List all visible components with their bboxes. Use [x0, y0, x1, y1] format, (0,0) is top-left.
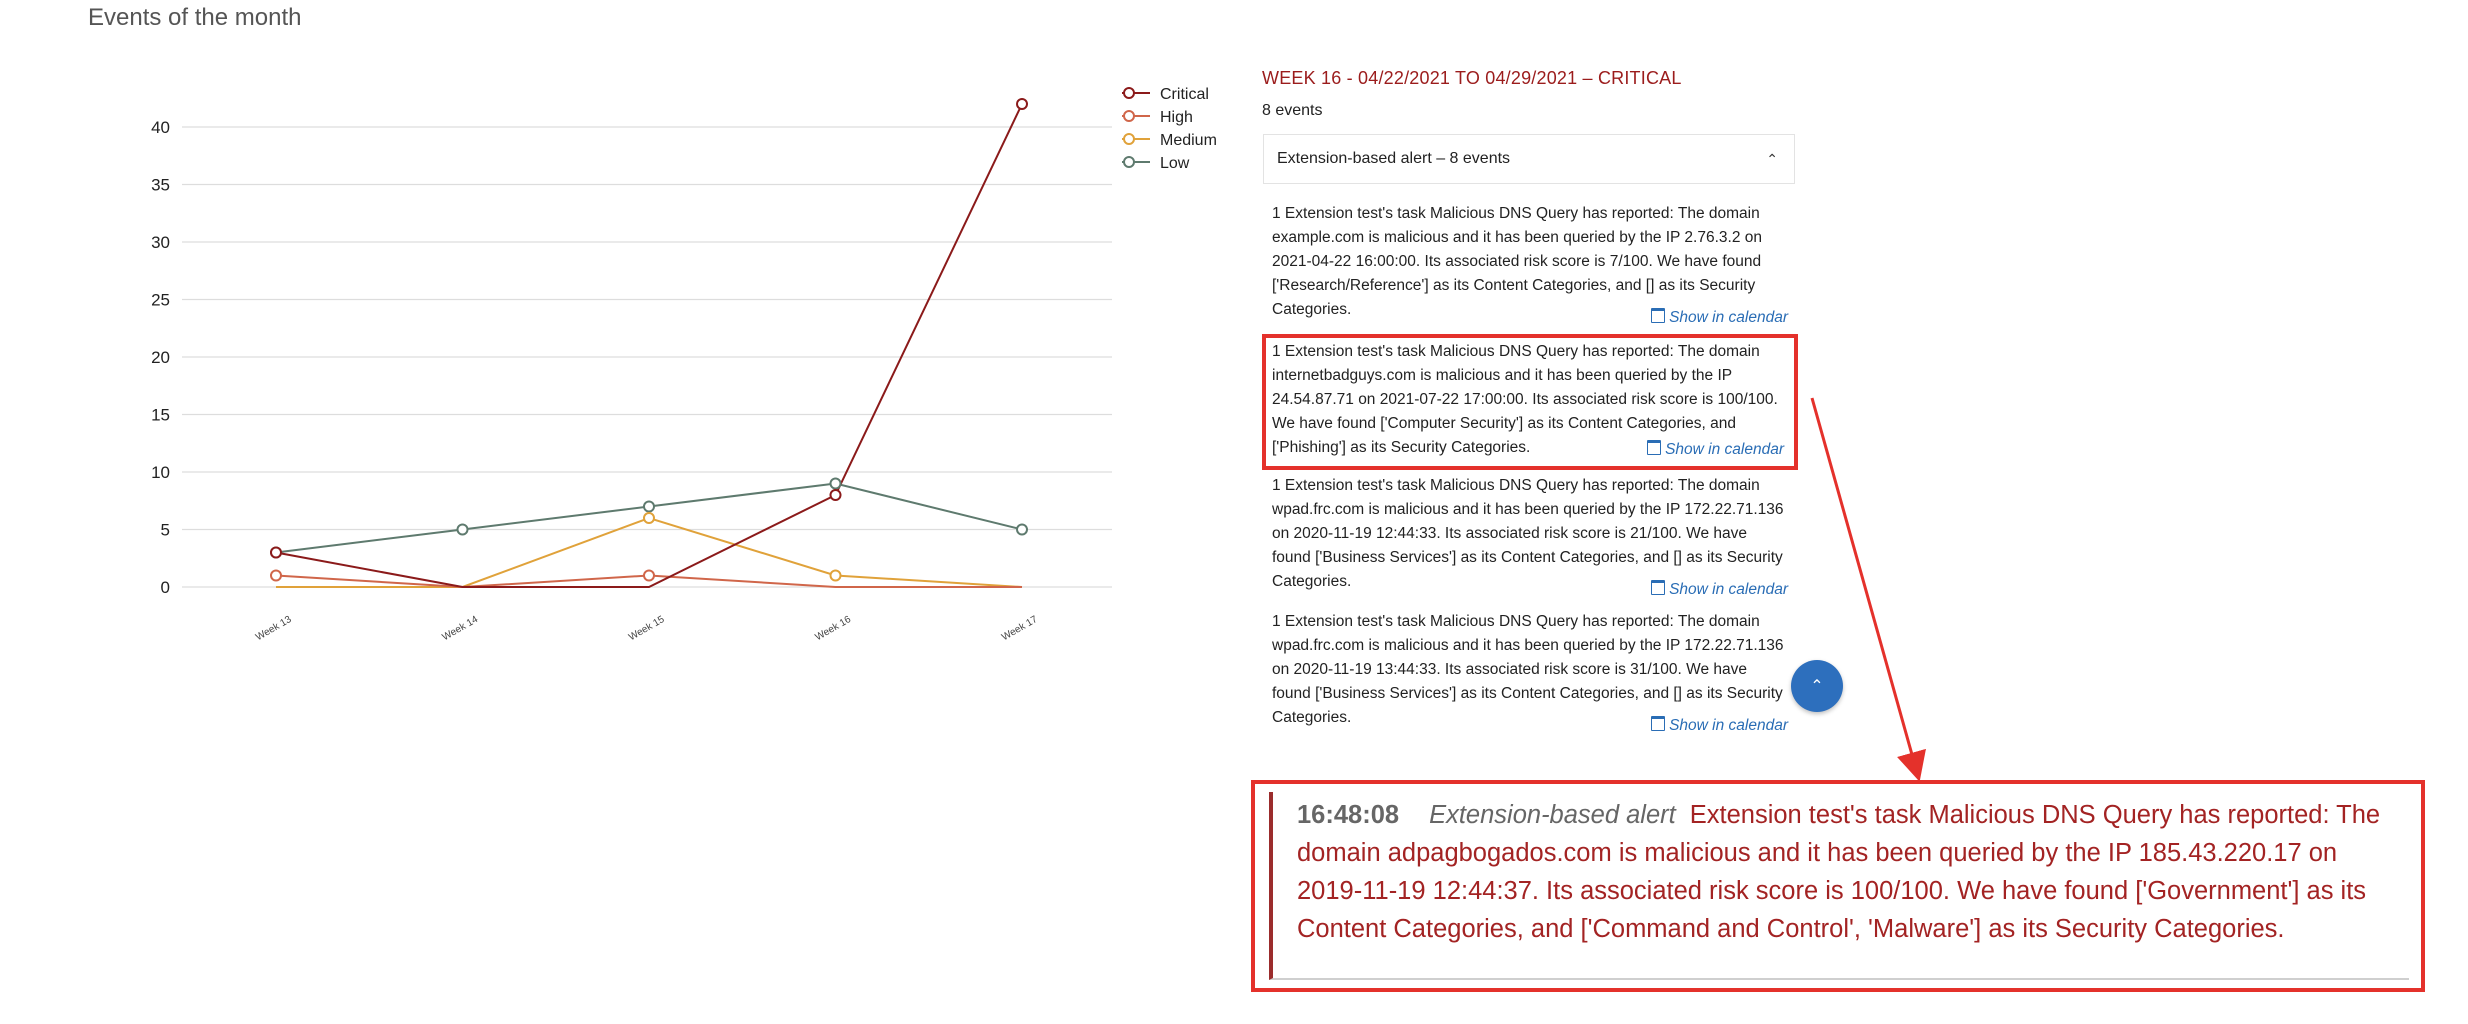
show-in-calendar-link[interactable]: Show in calendar	[1643, 438, 1784, 462]
y-tick-label: 30	[151, 233, 170, 252]
legend-marker	[1123, 110, 1135, 122]
calendar-icon	[1651, 716, 1666, 731]
x-tick-label: Week 13	[254, 614, 294, 643]
show-in-calendar-link[interactable]: Show in calendar	[1647, 306, 1788, 330]
data-point	[270, 546, 282, 559]
y-tick-label: 20	[151, 348, 170, 367]
event-item: 1 Extension test's task Malicious DNS Qu…	[1262, 198, 1798, 334]
legend-label: Low	[1160, 155, 1190, 172]
legend-marker	[1123, 133, 1135, 145]
data-point	[829, 569, 842, 582]
x-tick-label: Week 17	[1000, 614, 1040, 643]
data-point	[1016, 98, 1028, 110]
data-point	[829, 477, 842, 490]
event-item: 1 Extension test's task Malicious DNS Qu…	[1262, 470, 1798, 606]
data-point	[456, 523, 469, 536]
x-tick-label: Week 16	[813, 614, 853, 643]
zoomed-event-detail: 16:48:08 Extension-based alert Extension t…	[1269, 792, 2409, 980]
scroll-to-top-button[interactable]: ⌃	[1791, 660, 1843, 712]
y-tick-label: 40	[151, 118, 170, 137]
legend-label: Medium	[1160, 132, 1217, 149]
legend-marker	[1123, 87, 1135, 99]
event-item-highlighted: 1 Extension test's task Malicious DNS Qu…	[1262, 334, 1798, 470]
legend-label: Critical	[1160, 86, 1209, 103]
event-list: 1 Extension test's task Malicious DNS Qu…	[1262, 198, 1798, 742]
show-in-calendar-link[interactable]: Show in calendar	[1647, 578, 1788, 602]
data-point	[1016, 523, 1028, 536]
zoomed-event-callout: 16:48:08 Extension-based alert Extension t…	[1251, 780, 2425, 992]
y-tick-label: 5	[161, 521, 170, 540]
chevron-up-icon: ⌃	[1810, 678, 1824, 695]
show-in-calendar-link[interactable]: Show in calendar	[1647, 714, 1788, 738]
event-text: 1 Extension test's task Malicious DNS Qu…	[1272, 613, 1784, 726]
y-tick-label: 0	[161, 578, 170, 597]
calendar-icon	[1647, 440, 1662, 455]
x-tick-label: Week 15	[627, 614, 667, 643]
chevron-up-icon[interactable]: ⌃	[1766, 151, 1778, 168]
data-point	[270, 569, 282, 582]
events-count: 8 events	[1262, 102, 1323, 119]
data-point	[643, 569, 655, 582]
calendar-icon	[1651, 308, 1666, 323]
events-line-chart: 0 5 10 15 20 25 30 35 40 Week 13 Week 14 Week 15 Wee…	[151, 86, 1217, 643]
week-title: WEEK 16 - 04/22/2021 TO 04/29/2021 – CRI…	[1262, 68, 1682, 88]
legend-marker	[1123, 156, 1135, 168]
y-tick-label: 10	[151, 463, 170, 482]
y-tick-label: 15	[151, 406, 170, 425]
event-text: 1 Extension test's task Malicious DNS Qu…	[1272, 477, 1784, 590]
event-time: 16:48:08	[1297, 801, 1400, 829]
calendar-icon	[1651, 580, 1666, 595]
event-type: Extension-based alert	[1429, 801, 1676, 829]
y-tick-label: 35	[151, 176, 170, 195]
data-point	[643, 512, 655, 524]
y-tick-label: 25	[151, 291, 170, 310]
legend-label: High	[1160, 109, 1193, 126]
event-text: 1 Extension test's task Malicious DNS Qu…	[1272, 205, 1762, 318]
alert-accordion-header[interactable]: Extension-based alert – 8 events ⌃	[1263, 134, 1795, 184]
accordion-label: Extension-based alert – 8 events	[1277, 150, 1511, 167]
event-item: 1 Extension test's task Malicious DNS Qu…	[1262, 606, 1798, 742]
x-tick-label: Week 14	[440, 614, 480, 643]
data-point	[829, 489, 842, 501]
arrow-line	[1810, 397, 1926, 782]
data-point	[643, 500, 655, 513]
